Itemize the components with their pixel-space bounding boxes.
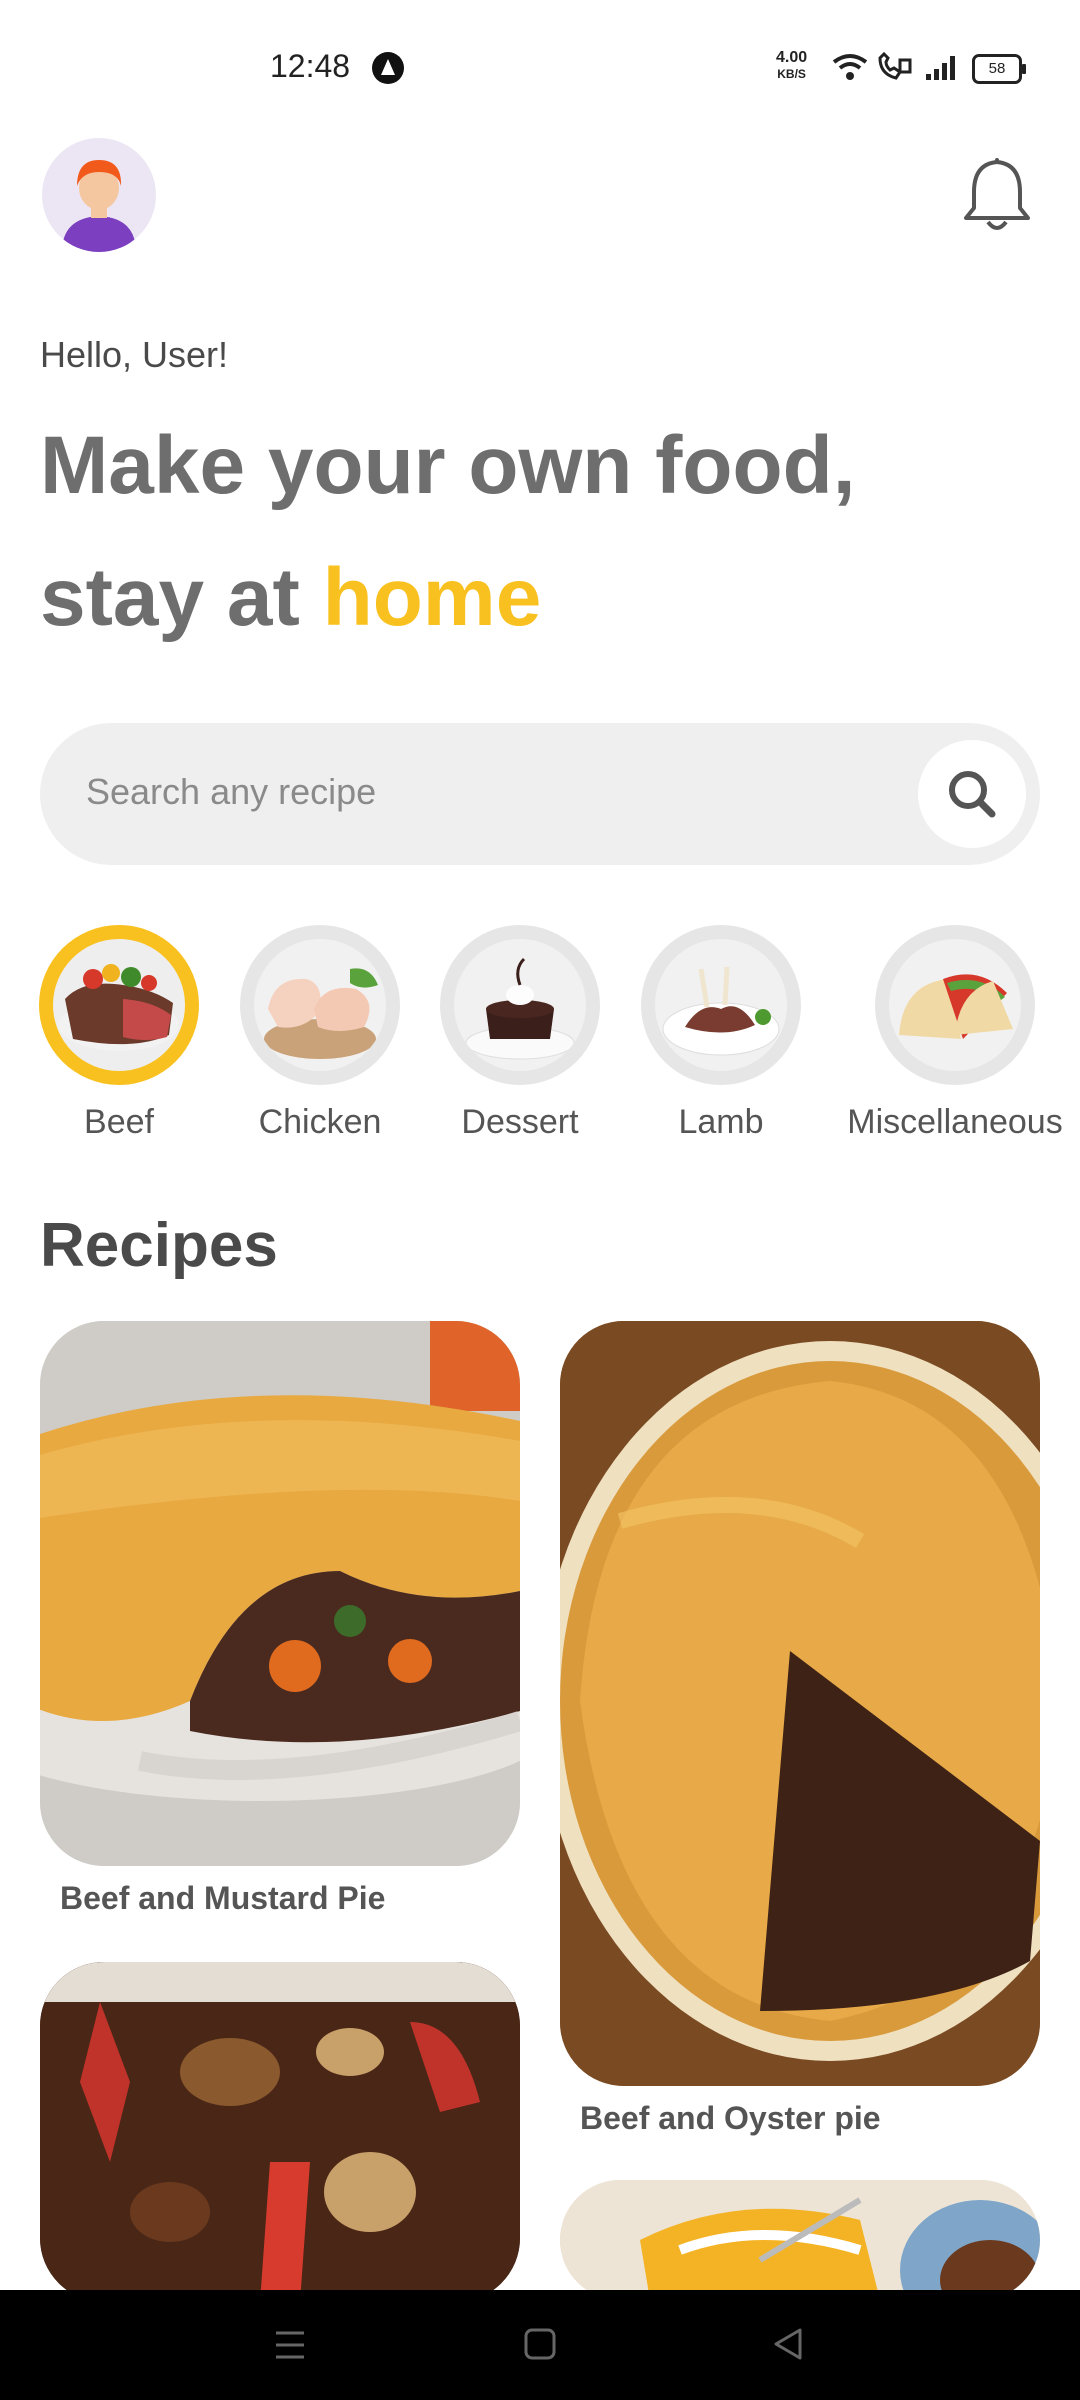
volte-call-icon (878, 52, 912, 80)
status-bar: 12:48 4.00 KB/S 58 (0, 0, 1080, 130)
dessert-image (465, 957, 575, 1060)
recipe-name: Beef and Mustard Pie (60, 1880, 386, 1916)
beef-stew-image (40, 1962, 520, 2302)
headline-line-2-prefix: stay at (40, 552, 323, 643)
category-lamb-image (641, 925, 801, 1085)
category-chicken-image (240, 925, 400, 1085)
navigation-app-icon (372, 52, 404, 84)
recipes-section-title: Recipes (40, 1211, 278, 1280)
network-speed-value: 4.00 (776, 49, 808, 66)
network-speed-unit: KB/S (777, 67, 806, 81)
recipe-dish-image (560, 2180, 1040, 2300)
category-dessert[interactable]: Dessert (420, 925, 620, 1142)
home-icon[interactable] (522, 2326, 558, 2362)
recipe-image (40, 1962, 520, 2302)
signal-icon (926, 56, 955, 80)
recipe-image (40, 1321, 520, 1866)
category-miscellaneous[interactable]: Miscellaneous (847, 925, 1063, 1142)
system-navigation-bar (0, 2290, 1080, 2400)
back-icon[interactable] (770, 2326, 806, 2362)
recipe-card[interactable]: Beef and Mustard Pie (40, 1321, 520, 1917)
category-label: Miscellaneous (847, 1103, 1063, 1141)
category-label: Dessert (461, 1103, 579, 1141)
category-chicken[interactable]: Chicken (220, 925, 420, 1142)
user-avatar[interactable] (42, 138, 156, 252)
category-lamb[interactable]: Lamb (621, 925, 821, 1142)
category-label: Beef (84, 1103, 154, 1141)
category-label: Chicken (258, 1103, 382, 1141)
greeting-text: Hello, User! (40, 334, 229, 375)
category-beef[interactable]: Beef (19, 925, 219, 1142)
search-icon (949, 771, 996, 818)
battery-icon: 58 (972, 54, 1026, 84)
network-speed: 4.00 KB/S (776, 50, 807, 82)
category-miscellaneous-image (875, 925, 1035, 1085)
search-bar[interactable]: Search any recipe (40, 723, 1040, 865)
beef-oyster-pie-image (560, 1321, 1040, 2086)
category-dessert-image (440, 925, 600, 1085)
headline-line-2: stay at home (40, 532, 1040, 664)
recipe-card[interactable] (40, 1962, 520, 2316)
search-input[interactable]: Search any recipe (86, 771, 376, 813)
notification-bell-icon[interactable] (960, 156, 1034, 232)
lamb-image (662, 966, 780, 1056)
category-label: Lamb (678, 1103, 764, 1141)
headline-accent-word: home (322, 552, 542, 643)
chicken-image (264, 968, 378, 1059)
avatar-icon (62, 160, 136, 252)
battery-level: 58 (988, 60, 1006, 77)
status-time: 12:48 (270, 48, 351, 84)
recipe-image (560, 2180, 1040, 2300)
menu-icon[interactable] (272, 2328, 308, 2362)
page-headline: Make your own food, stay at home (40, 400, 1040, 664)
recipe-card[interactable]: Beef and Oyster pie (560, 1321, 1040, 2137)
headline-line-1: Make your own food, (40, 420, 856, 511)
beef-mustard-pie-image (40, 1321, 520, 1866)
wifi-icon (832, 54, 868, 80)
recipe-name: Beef and Oyster pie (580, 2100, 881, 2136)
beef-image (59, 964, 179, 1051)
search-button[interactable] (918, 740, 1026, 848)
recipe-image (560, 1321, 1040, 2086)
tacos-image (899, 974, 1013, 1039)
category-beef-image (39, 925, 199, 1085)
